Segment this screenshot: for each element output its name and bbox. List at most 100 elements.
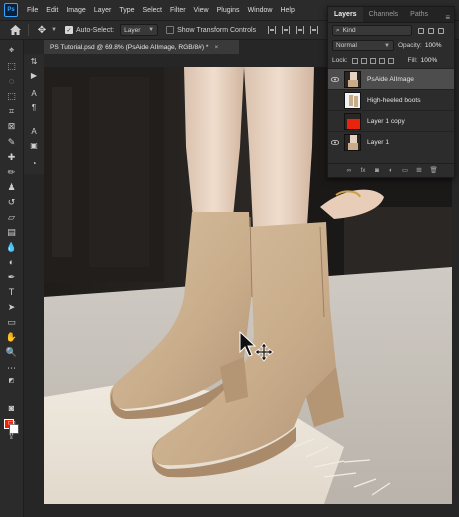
path-selection-icon[interactable]: ➤ (5, 301, 18, 313)
brush-settings-icon[interactable]: ◔ (28, 158, 40, 169)
menu-file[interactable]: File (23, 7, 42, 14)
actions-panel-icon[interactable]: ▶ (28, 70, 40, 81)
adjustment-icon[interactable]: ◐ (388, 167, 395, 174)
filter-row: ⌕ Kind (328, 23, 454, 38)
layer-row[interactable]: High-heeled boots (328, 89, 454, 110)
fx-icon[interactable]: fx (360, 167, 367, 174)
filter-type-icons (418, 27, 444, 34)
trash-icon[interactable]: 🗑 (430, 167, 438, 174)
image-panel-icon[interactable]: ▣ (28, 140, 40, 151)
opacity-value[interactable]: 100% (425, 42, 442, 49)
auto-select-checkbox[interactable]: ✓ (64, 26, 73, 34)
mask-icon[interactable]: ◙ (374, 167, 381, 174)
frame-icon[interactable]: ⊠ (5, 120, 18, 132)
screen-mode-icon[interactable]: ▭ (5, 416, 18, 428)
menu-plugins[interactable]: Plugins (213, 7, 244, 14)
history-panel-icon[interactable]: ⇅ (28, 56, 40, 67)
kind-filter-dropdown[interactable]: ⌕ Kind (332, 25, 412, 36)
rectangle-icon[interactable]: ▭ (5, 316, 18, 328)
separator (28, 24, 29, 36)
tab-paths[interactable]: Paths (404, 7, 434, 22)
menu-view[interactable]: View (190, 7, 213, 14)
align-left-icon[interactable] (268, 26, 277, 34)
rectangular-marquee-icon[interactable]: ⬚ (5, 60, 18, 72)
eraser-icon[interactable]: ▱ (5, 211, 18, 223)
quick-mask-icon[interactable]: ◙ (5, 402, 18, 414)
panel-menu-icon[interactable]: ≡ (441, 13, 454, 22)
layers-panel-footer: ∞ fx ◙ ◐ ▭ ⊞ 🗑 (328, 163, 454, 177)
zoom-icon[interactable]: 🔍 (5, 346, 18, 358)
menu-edit[interactable]: Edit (42, 7, 62, 14)
lock-artboard-icon[interactable] (378, 57, 385, 64)
blend-row: Normal ▼ Opacity: 100% (328, 38, 454, 53)
chevron-down-icon: ▼ (148, 27, 155, 33)
chevron-down-icon[interactable]: ▼ (51, 27, 57, 33)
layer-name: PsAide AIImage (367, 75, 414, 83)
move-tool-preset-icon[interactable]: ✥ (35, 23, 49, 37)
type-filter-icon[interactable] (438, 27, 444, 34)
layer-row[interactable]: PsAide AIImage (328, 68, 454, 89)
clone-stamp-icon[interactable]: ♟ (5, 181, 18, 193)
document-tab[interactable]: PS Tutorial.psd @ 69.8% (PsAide AIImage,… (44, 40, 239, 54)
pixel-filter-icon[interactable] (418, 27, 424, 34)
type-icon[interactable]: T (5, 286, 18, 298)
menu-image[interactable]: Image (62, 7, 89, 14)
healing-brush-icon[interactable]: ✚ (5, 151, 18, 163)
align-top-icon[interactable] (310, 26, 319, 34)
fill-label: Fill: (407, 57, 418, 64)
group-icon[interactable]: ▭ (402, 167, 409, 174)
layer-row[interactable]: Layer 1 copy (328, 110, 454, 131)
brush-icon[interactable]: ✏ (5, 166, 18, 178)
default-colors-icon[interactable]: ◩ (5, 374, 18, 386)
tab-layers[interactable]: Layers (328, 7, 363, 22)
align-center-icon[interactable] (282, 26, 291, 34)
eye-icon[interactable] (328, 76, 342, 82)
new-layer-icon[interactable]: ⊞ (416, 167, 423, 174)
link-icon[interactable]: ∞ (346, 167, 353, 174)
more-tools-icon[interactable]: ⋯ (5, 362, 18, 374)
blend-mode-dropdown[interactable]: Normal ▼ (332, 40, 394, 51)
blur-icon[interactable]: 💧 (5, 241, 18, 253)
dodge-icon[interactable]: ◐ (5, 256, 18, 268)
menu-filter[interactable]: Filter (166, 7, 190, 14)
crop-icon[interactable]: ⌗ (5, 105, 18, 117)
menu-window[interactable]: Window (244, 7, 277, 14)
lock-transparency-icon[interactable] (351, 57, 358, 64)
adjustment-filter-icon[interactable] (428, 27, 434, 34)
pen-icon[interactable]: ✒ (5, 271, 18, 283)
close-icon[interactable]: × (214, 44, 218, 51)
auto-select-target-dropdown[interactable]: Layer ▼ (120, 24, 159, 36)
share-icon[interactable]: ⇪ (5, 430, 18, 442)
lock-all-icon[interactable] (387, 57, 394, 64)
layer-thumbnail (344, 133, 361, 151)
eyedropper-icon[interactable]: ✎ (5, 136, 18, 148)
lock-position-icon[interactable] (369, 57, 376, 64)
layer-row[interactable]: Layer 1 (328, 131, 454, 152)
character-panel-icon[interactable]: A (28, 88, 40, 99)
move-tool-icon[interactable]: ✥ (5, 44, 18, 56)
hand-icon[interactable]: ✋ (5, 331, 18, 343)
layer-name: Layer 1 copy (367, 117, 405, 125)
ai-plugin-icon[interactable]: A (28, 126, 40, 137)
paragraph-panel-icon[interactable]: ¶ (28, 102, 40, 113)
fill-value[interactable]: 100% (421, 57, 438, 64)
lock-pixels-icon[interactable] (360, 57, 367, 64)
show-transform-checkbox[interactable] (166, 26, 175, 34)
photoshop-logo-icon[interactable]: Ps (4, 3, 18, 17)
menu-layer[interactable]: Layer (90, 7, 116, 14)
menu-type[interactable]: Type (115, 7, 138, 14)
layer-thumbnail (344, 112, 361, 130)
align-right-icon[interactable] (296, 26, 305, 34)
menu-help[interactable]: Help (276, 7, 298, 14)
lasso-icon[interactable]: ◌ (5, 75, 18, 87)
object-selection-icon[interactable]: ⬚ (5, 90, 18, 102)
tab-channels[interactable]: Channels (363, 7, 405, 22)
lock-icons (351, 57, 394, 64)
tools-panel: ✥ ⬚ ◌ ⬚ ⌗ ⊠ A ✎ ✚ ✏ ♟ ↺ ▱ ▤ 💧 ◐ ✒ T ➤ ▭ … (0, 40, 39, 517)
home-icon[interactable] (8, 23, 22, 37)
opacity-label: Opacity: (398, 42, 422, 49)
eye-icon[interactable] (328, 139, 342, 145)
gradient-icon[interactable]: ▤ (5, 226, 18, 238)
history-brush-icon[interactable]: ↺ (5, 196, 18, 208)
menu-select[interactable]: Select (139, 7, 166, 14)
